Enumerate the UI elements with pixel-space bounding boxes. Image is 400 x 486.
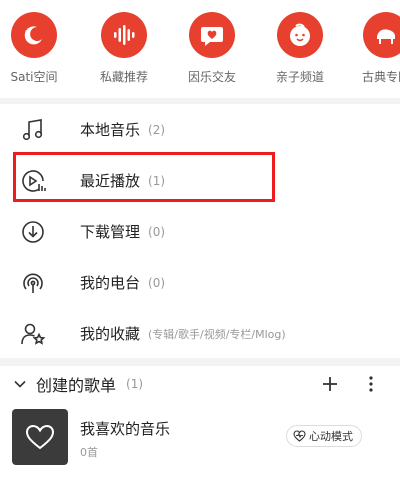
- menu-item-my-radio[interactable]: 我的电台 (0): [0, 257, 400, 308]
- playlist-cover: [12, 409, 68, 465]
- shortcut-label: 私藏推荐: [99, 70, 148, 84]
- radio-icon: [18, 268, 48, 298]
- music-note-icon: [18, 115, 48, 145]
- shortcut-label: 古典专区: [361, 70, 400, 84]
- menu-item-count: (2): [148, 122, 166, 137]
- download-icon: [18, 217, 48, 247]
- more-options-icon[interactable]: [364, 372, 378, 396]
- shortcut-classical[interactable]: 古典专区: [346, 12, 400, 92]
- my-music-menu: 本地音乐 (2) 最近播放 (1) 下载管理 (0) 我的电台 (0) 我的收藏…: [0, 104, 400, 359]
- playlists-header-title: 创建的歌单: [36, 376, 117, 395]
- menu-item-count: (0): [148, 224, 166, 239]
- shortcut-private-recommend[interactable]: 私藏推荐: [84, 12, 164, 92]
- heartbeat-icon: [293, 430, 306, 443]
- playlist-name: 我喜欢的音乐: [80, 420, 171, 438]
- waveform-icon: [101, 12, 147, 58]
- shortcut-label: 因乐交友: [187, 70, 236, 84]
- shortcut-label: 亲子频道: [275, 70, 324, 84]
- shortcut-music-friends[interactable]: 因乐交友: [172, 12, 252, 92]
- heart-chat-icon: [189, 12, 235, 58]
- menu-item-local-music[interactable]: 本地音乐 (2): [0, 104, 400, 155]
- playlist-track-count: 0首: [80, 446, 98, 459]
- playlist-item[interactable]: 我喜欢的音乐 0首 心动模式: [0, 406, 400, 466]
- menu-item-count: (0): [148, 275, 166, 290]
- shortcut-sati[interactable]: Sati空间: [0, 12, 74, 92]
- sati-moon-icon: [11, 12, 57, 58]
- menu-item-title: 本地音乐: [80, 121, 141, 139]
- menu-item-title: 我的收藏: [80, 325, 141, 343]
- menu-item-recent-play[interactable]: 最近播放 (1): [0, 155, 400, 206]
- section-divider: [0, 358, 400, 366]
- heart-mode-label: 心动模式: [309, 430, 353, 443]
- playlists-header-count: (1): [126, 377, 144, 391]
- heart-icon: [25, 424, 55, 450]
- recent-play-icon: [18, 166, 48, 196]
- menu-item-count: (1): [148, 173, 166, 188]
- menu-item-subtitle: (专辑/歌手/视频/专栏/Mlog): [148, 327, 286, 341]
- user-star-icon: [18, 319, 48, 349]
- heart-mode-button[interactable]: 心动模式: [286, 425, 362, 447]
- kid-face-icon: [277, 12, 323, 58]
- menu-item-download[interactable]: 下载管理 (0): [0, 206, 400, 257]
- shortcut-label: Sati空间: [10, 70, 58, 84]
- piano-icon: [363, 12, 400, 58]
- shortcut-kids-channel[interactable]: 亲子频道: [260, 12, 340, 92]
- chevron-down-icon[interactable]: [12, 376, 28, 392]
- menu-item-title: 我的电台: [80, 274, 141, 292]
- menu-item-title: 下载管理: [80, 223, 141, 241]
- created-playlists-header[interactable]: 创建的歌单 (1): [0, 366, 400, 402]
- menu-item-my-collection[interactable]: 我的收藏 (专辑/歌手/视频/专栏/Mlog): [0, 308, 400, 359]
- menu-item-title: 最近播放: [80, 172, 141, 190]
- add-playlist-icon[interactable]: [318, 372, 342, 396]
- shortcut-row: Sati空间 私藏推荐 因乐交友 亲子频道 古典专: [0, 0, 400, 100]
